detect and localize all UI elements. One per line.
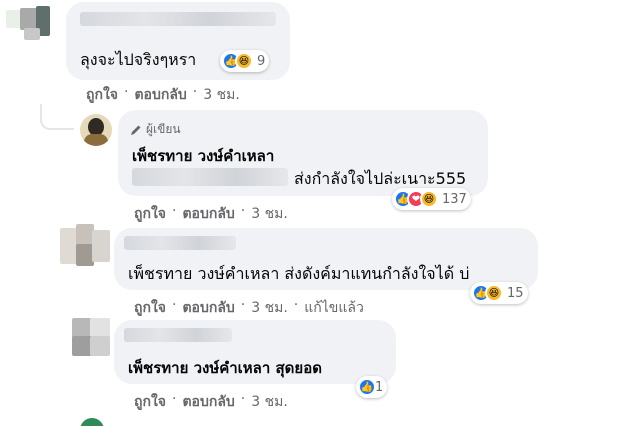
like-link[interactable]: ถูกใจ (134, 297, 166, 319)
like-link[interactable]: ถูกใจ (134, 203, 166, 225)
timestamp-link[interactable]: 3 ชม. (251, 203, 288, 225)
separator: · (172, 297, 177, 313)
comment-actions: ถูกใจ · ตอบกลับ · 3 ชม. (134, 203, 288, 225)
separator: · (240, 203, 246, 219)
separator: · (124, 84, 129, 100)
reply-link[interactable]: ตอบกลับ (182, 391, 234, 413)
like-icon: 👍 (358, 378, 376, 396)
comment-text: เพ็ชรทาย วงษ์คำเหลา ส่งดังค์มาแทนกำลังใจ… (128, 264, 470, 283)
reply-link[interactable]: ตอบกลับ (134, 84, 186, 106)
timestamp-link[interactable]: 3 ชม. (251, 297, 288, 319)
avatar-author[interactable] (80, 114, 112, 146)
reaction-summary[interactable]: 👍 😆 15 (470, 282, 528, 304)
commenter-name-blurred[interactable] (124, 328, 232, 342)
haha-icon: 😆 (420, 190, 438, 208)
author-name[interactable]: เพ็ชรทาย วงษ์คำเหลา (132, 144, 274, 168)
reaction-summary[interactable]: 👍 ❤ 😆 137 (392, 188, 471, 210)
haha-icon: 😆 (485, 284, 503, 302)
comment-bubble-2: เพ็ชรทาย วงษ์คำเหลา ส่งดังค์มาแทนกำลังใจ… (114, 228, 538, 290)
comment-actions: ถูกใจ · ตอบกลับ · 3 ชม. (134, 391, 288, 413)
avatar-commenter-1[interactable] (6, 4, 58, 42)
avatar-next-partial[interactable] (80, 418, 104, 426)
comment-text: เพ็ชรทาย วงษ์คำเหลา สุดยอด (128, 359, 322, 377)
avatar-commenter-3[interactable] (72, 318, 112, 358)
mention-blurred[interactable] (132, 168, 288, 186)
timestamp-link[interactable]: 3 ชม. (203, 84, 240, 106)
comment-bubble-author: ผู้เขียน เพ็ชรทาย วงษ์คำเหลา ส่งกำลังใจไ… (118, 110, 488, 196)
reaction-count: 15 (507, 285, 524, 301)
commenter-name-blurred[interactable] (80, 12, 276, 26)
thread-line (40, 104, 74, 130)
reaction-summary[interactable]: 👍 😆 9 (220, 50, 270, 72)
haha-icon: 😆 (235, 52, 253, 70)
comment-actions: ถูกใจ · ตอบกลับ · 3 ชม. (86, 84, 240, 106)
separator: · (293, 297, 299, 313)
separator: · (240, 297, 246, 313)
reply-link[interactable]: ตอบกลับ (182, 203, 234, 225)
comment-text: ลุงจะไปจริงๆหรา (80, 50, 197, 69)
like-link[interactable]: ถูกใจ (134, 391, 166, 413)
separator: · (172, 391, 177, 407)
separator: · (240, 391, 246, 407)
timestamp-link[interactable]: 3 ชม. (251, 391, 288, 413)
separator: · (172, 203, 177, 219)
comment-bubble-3: เพ็ชรทาย วงษ์คำเหลา สุดยอด (114, 320, 396, 384)
avatar-commenter-2[interactable] (60, 222, 112, 270)
separator: · (192, 84, 198, 100)
reply-link[interactable]: ตอบกลับ (182, 297, 234, 319)
reaction-count: 137 (442, 191, 467, 207)
author-badge: ผู้เขียน (130, 120, 181, 139)
author-badge-label: ผู้เขียน (146, 122, 181, 136)
reaction-count: 9 (257, 53, 266, 69)
reaction-summary[interactable]: 👍 1 (356, 376, 388, 398)
reaction-count: 1 (375, 379, 384, 395)
commenter-name-blurred[interactable] (124, 236, 236, 250)
pencil-icon (131, 125, 141, 135)
like-link[interactable]: ถูกใจ (86, 84, 118, 106)
edited-label[interactable]: แก้ไขแล้ว (304, 297, 364, 319)
comment-actions: ถูกใจ · ตอบกลับ · 3 ชม. · แก้ไขแล้ว (134, 297, 364, 319)
